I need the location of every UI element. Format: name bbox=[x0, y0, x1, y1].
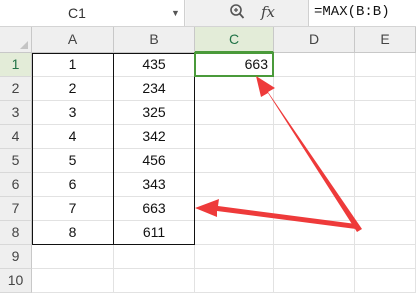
arrow-to-b7-max-value-icon bbox=[195, 199, 356, 229]
arrow-to-c1-result-icon bbox=[256, 76, 362, 232]
annotation-arrows bbox=[195, 76, 362, 232]
